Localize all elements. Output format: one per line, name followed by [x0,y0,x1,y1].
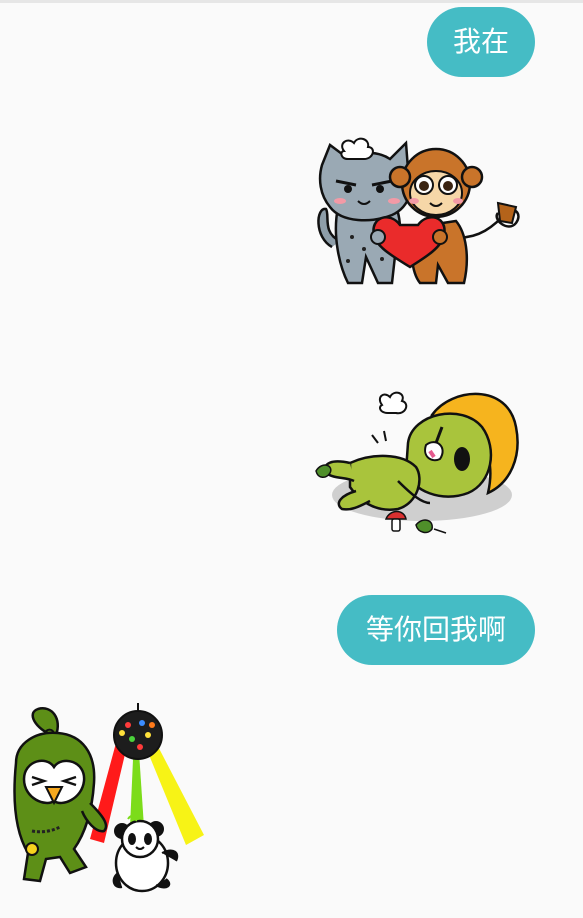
cat-monkey-heart-sticker[interactable] [312,137,524,289]
chat-screen: 我在 等你回我啊 [0,0,583,918]
lying-green-character-image [315,391,519,534]
lying-green-character-sticker[interactable] [312,387,524,549]
message-bubble-text[interactable]: 我在 [427,7,535,77]
owl-panda-disco-sticker[interactable] [6,703,216,899]
message-bubble-text[interactable]: 等你回我啊 [337,595,535,665]
cat-monkey-heart-image [317,137,520,285]
owl-panda-disco-image [13,703,204,893]
